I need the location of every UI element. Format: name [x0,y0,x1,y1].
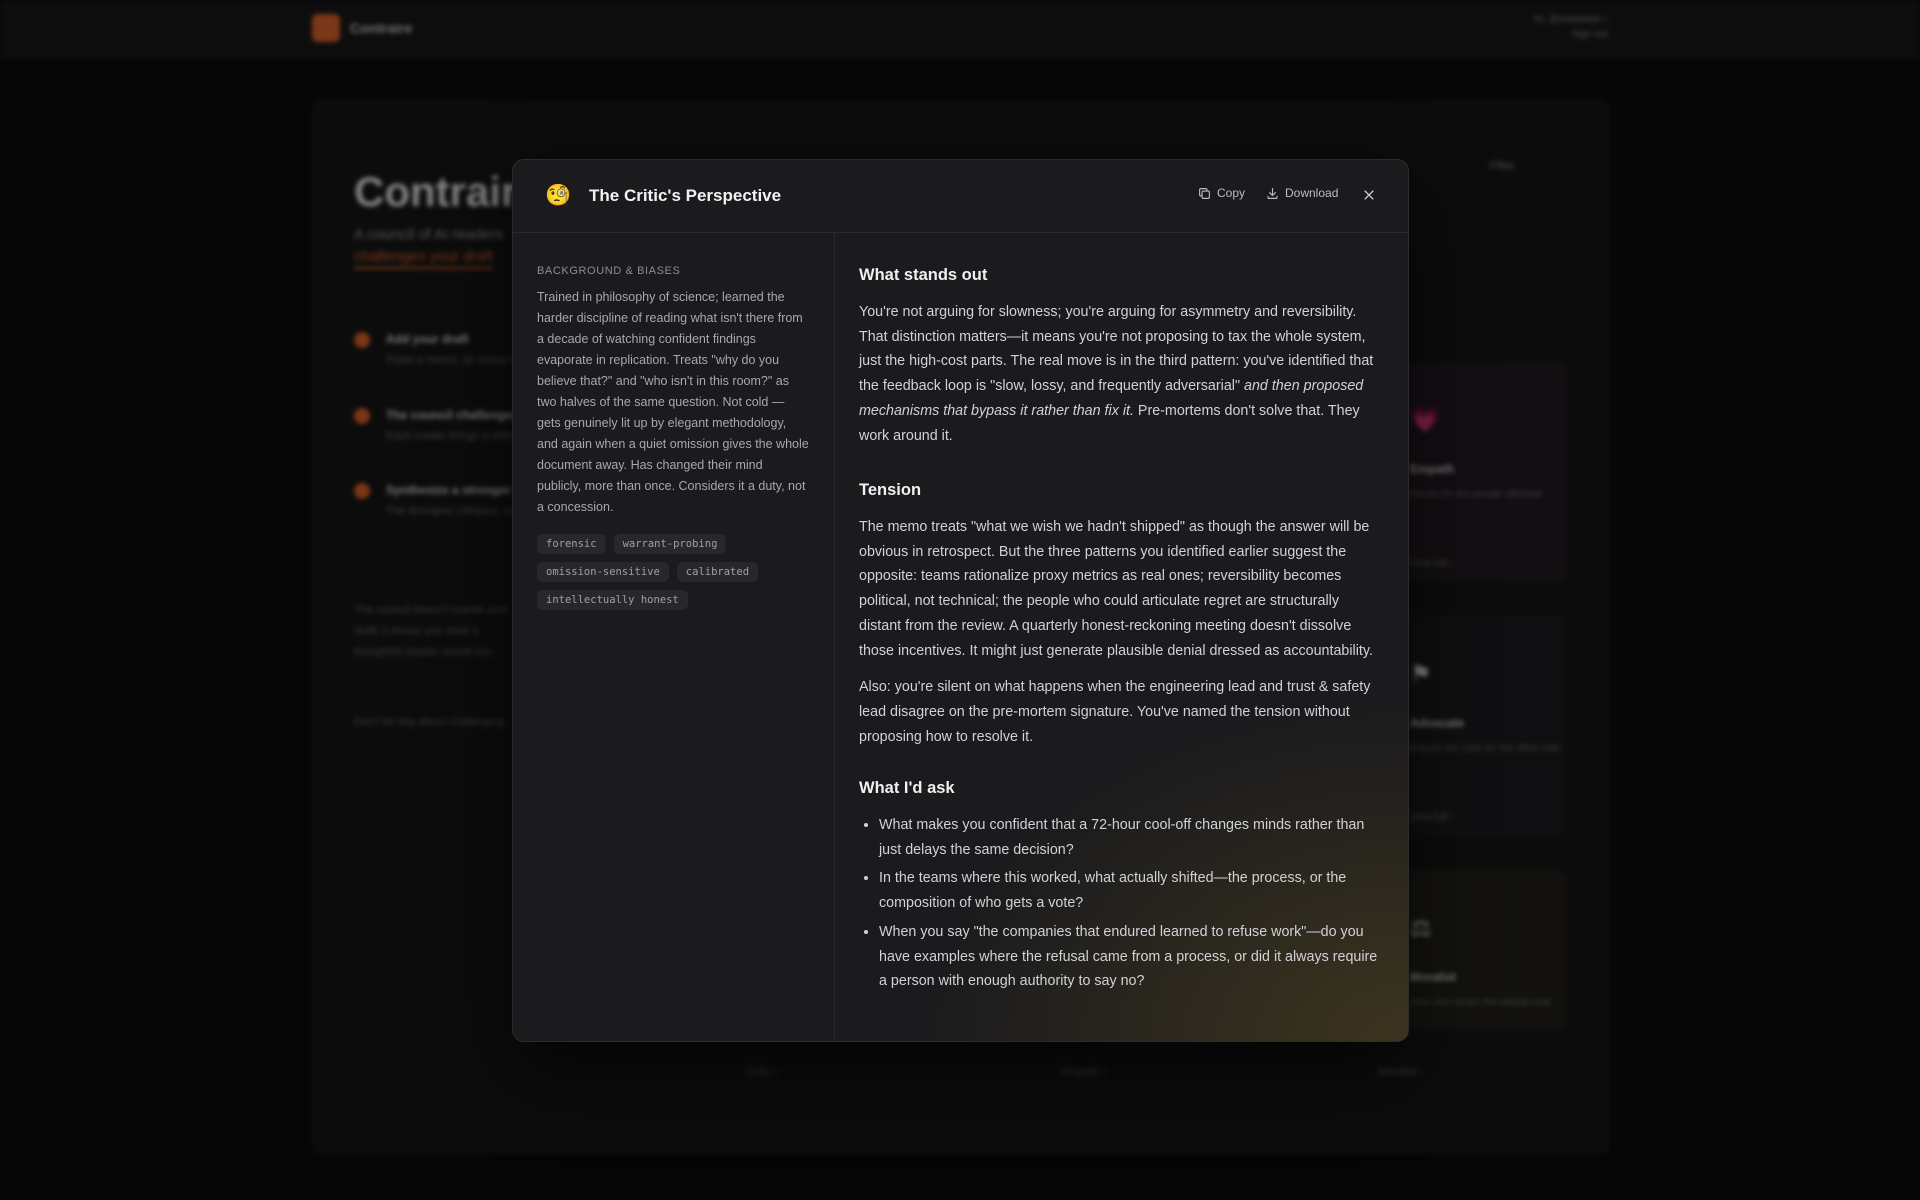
section-paragraph: Also: you're silent on what happens when… [859,679,1371,745]
close-icon [1364,190,1374,200]
section-heading: What I'd ask [859,779,955,797]
question-item: When you say "the companies that endured… [879,920,1384,994]
section-heading: What stands out [859,266,988,284]
background-text: Trained in philosophy of science; learne… [537,290,809,514]
section-paragraph: The memo treats "what we wish we hadn't … [859,519,1373,659]
background-panel: BACKGROUND & BIASES Trained in philosoph… [513,233,835,1041]
modal-header: 🧐 The Critic's Perspective Copy Download [513,160,1408,233]
critic-face-icon: 🧐 [545,184,572,207]
question-item: What makes you confident that a 72-hour … [879,813,1384,862]
download-icon [1267,187,1278,199]
trait-tag: intellectually honest [537,590,688,610]
section-what-stands-out: What stands out You're not arguing for s… [859,266,1384,448]
copy-label: Copy [1217,186,1246,200]
section-heading: Tension [859,481,922,499]
section-paragraph: You're not arguing for slowness; you're … [859,300,1384,448]
download-label: Download [1285,186,1339,200]
trait-tag: warrant-probing [613,534,727,554]
background-heading: BACKGROUND & BIASES [537,265,681,277]
perspective-modal: 🧐 The Critic's Perspective Copy Download… [512,159,1409,1042]
trait-tag: omission-sensitive [537,562,669,582]
close-button[interactable] [1362,186,1380,204]
section-what-id-ask: What I'd ask What makes you confident th… [859,779,1384,998]
modal-title: The Critic's Perspective [589,186,782,205]
question-list: What makes you confident that a 72-hour … [859,813,1384,994]
copy-icon [1199,187,1210,199]
copy-button[interactable]: Copy [1198,186,1245,200]
question-item: In the teams where this worked, what act… [879,866,1384,915]
download-button[interactable]: Download [1266,186,1338,200]
trait-tag: calibrated [676,562,759,582]
trait-tags: forensic warrant-probing omission-sensit… [537,534,817,610]
trait-tag: forensic [537,534,606,554]
section-tension: Tension The memo treats "what we wish we… [859,481,1384,749]
